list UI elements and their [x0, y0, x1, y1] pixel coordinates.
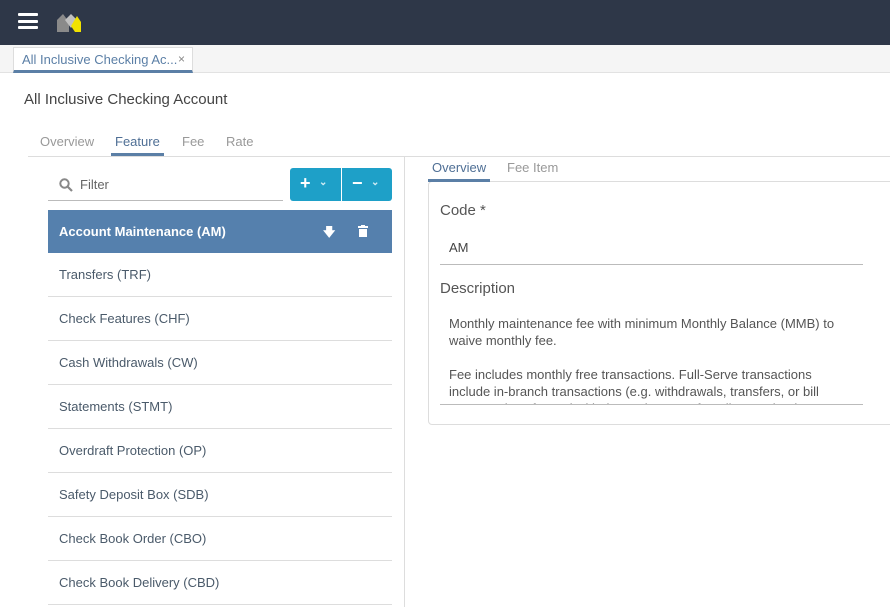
code-label: Code *	[440, 202, 486, 219]
list-item-label: Check Book Delivery (CBD)	[59, 575, 220, 590]
list-item[interactable]: Safety Deposit Box (SDB)	[48, 473, 392, 517]
remove-dropdown-button[interactable]: − ⌄	[342, 168, 392, 201]
app-logo	[57, 14, 81, 32]
hamburger-icon[interactable]	[18, 13, 38, 29]
tab-fee-item[interactable]: Fee Item	[503, 160, 562, 179]
code-field[interactable]: AM	[440, 240, 863, 265]
list-item-label: Check Book Order (CBO)	[59, 531, 207, 546]
detail-tabs: Overview Fee Item	[428, 158, 890, 182]
list-item[interactable]: Check Features (CHF)	[48, 297, 392, 341]
description-field[interactable]: Monthly maintenance fee with minimum Mon…	[440, 314, 863, 405]
filter-placeholder: Filter	[80, 177, 109, 192]
tab-overview[interactable]: Overview	[36, 134, 98, 153]
panel-divider	[404, 157, 405, 607]
add-dropdown-button[interactable]: + ⌄	[290, 168, 341, 201]
description-paragraph: Fee includes monthly free transactions. …	[449, 367, 819, 404]
document-tab-strip: All Inclusive Checking Ac... ×	[0, 45, 890, 73]
description-paragraph: Monthly maintenance fee with minimum Mon…	[449, 316, 835, 348]
chevron-down-icon: ⌄	[319, 177, 328, 188]
list-item[interactable]: Cash Withdrawals (CW)	[48, 341, 392, 385]
minus-icon: −	[352, 173, 363, 193]
list-item-label: Account Maintenance (AM)	[59, 224, 226, 239]
document-tab-label: All Inclusive Checking Ac...	[22, 52, 178, 67]
list-item-label: Check Features (CHF)	[59, 311, 190, 326]
list-item[interactable]: Check Book Order (CBO)	[48, 517, 392, 561]
close-icon[interactable]: ×	[178, 52, 185, 66]
list-item[interactable]: Account Maintenance (AM) 🡇	[48, 210, 392, 253]
section-tabs: Overview Feature Fee Rate	[28, 134, 890, 157]
trash-icon[interactable]	[358, 225, 368, 237]
tab-detail-overview[interactable]: Overview	[428, 160, 491, 182]
list-item-label: Transfers (TRF)	[59, 267, 151, 282]
list-item-label: Overdraft Protection (OP)	[59, 443, 207, 458]
search-icon	[59, 178, 73, 192]
list-item[interactable]: Check Book Delivery (CBD)	[48, 561, 392, 605]
list-item[interactable]: Transfers (TRF)	[48, 253, 392, 297]
feature-list: Account Maintenance (AM) 🡇 Transfers (TR…	[48, 210, 392, 605]
list-item-label: Statements (STMT)	[59, 399, 173, 414]
filter-input[interactable]: Filter	[48, 170, 283, 201]
tab-feature[interactable]: Feature	[111, 134, 164, 156]
list-item-label: Safety Deposit Box (SDB)	[59, 487, 209, 502]
document-tab[interactable]: All Inclusive Checking Ac... ×	[13, 47, 193, 73]
description-label: Description	[440, 280, 516, 297]
plus-icon: +	[300, 173, 311, 193]
chevron-down-icon: ⌄	[371, 177, 380, 188]
list-item[interactable]: Overdraft Protection (OP)	[48, 429, 392, 473]
top-bar	[0, 0, 890, 45]
tab-fee[interactable]: Fee	[178, 134, 208, 153]
page-title: All Inclusive Checking Account	[24, 91, 228, 108]
tab-rate[interactable]: Rate	[222, 134, 257, 153]
list-item-label: Cash Withdrawals (CW)	[59, 355, 198, 370]
move-down-icon[interactable]: 🡇	[323, 223, 335, 244]
list-item[interactable]: Statements (STMT)	[48, 385, 392, 429]
